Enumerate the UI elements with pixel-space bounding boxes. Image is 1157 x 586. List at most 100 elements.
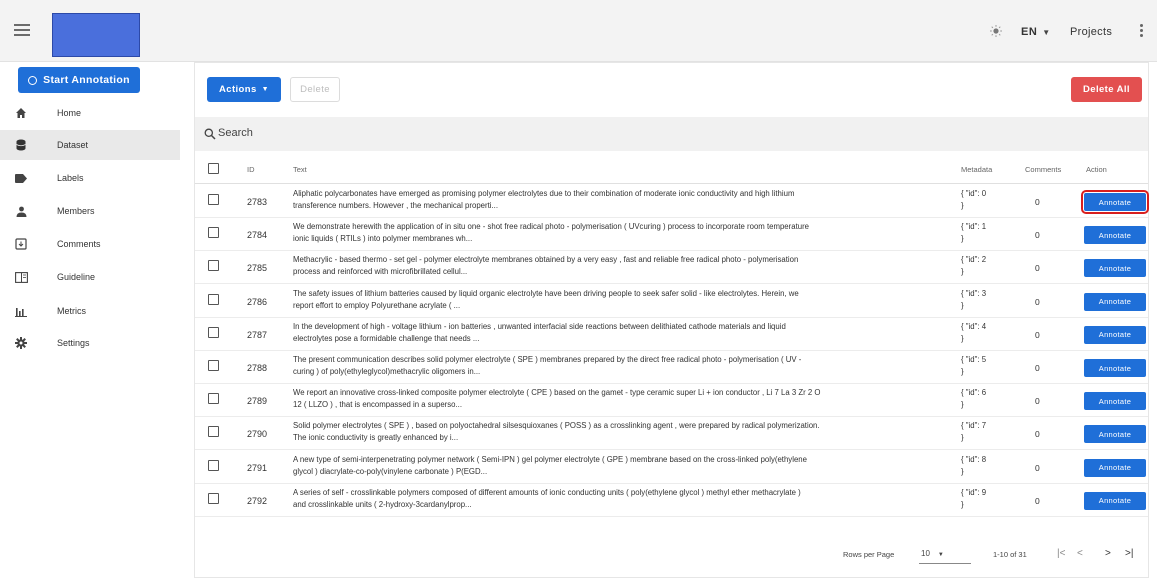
annotate-button[interactable]: Annotate <box>1084 259 1146 278</box>
sidebar-item-label: Settings <box>57 338 90 348</box>
sidebar-item-metrics[interactable]: Metrics <box>0 296 180 326</box>
search-bar[interactable]: Search <box>195 117 1148 151</box>
cell-comments: 0 <box>1035 197 1040 207</box>
search-input[interactable]: Search <box>218 127 253 139</box>
actions-button[interactable]: Actions ▼ <box>207 77 281 102</box>
brightness-icon[interactable] <box>990 25 1002 37</box>
cell-text: The present communication describes soli… <box>293 355 802 376</box>
cell-comments: 0 <box>1035 363 1040 373</box>
home-icon <box>14 106 28 120</box>
column-header-comments: Comments <box>1025 165 1062 174</box>
sidebar-item-home[interactable]: Home <box>0 98 180 128</box>
cell-metadata: { "id": 9 } <box>961 487 987 509</box>
sidebar-item-labels[interactable]: Labels <box>0 163 180 193</box>
sidebar-item-guideline[interactable]: Guideline <box>0 262 180 292</box>
annotate-button[interactable]: Annotate <box>1084 325 1146 344</box>
cell-comments: 0 <box>1035 429 1040 440</box>
caret-down-icon: ▼ <box>1042 28 1051 37</box>
row-checkbox[interactable] <box>208 194 219 205</box>
sidebar-item-label: Members <box>57 206 95 216</box>
select-underline <box>919 563 971 564</box>
table-row: 2792 A series of self - crosslinkable pol… <box>195 483 1148 517</box>
cell-comments: 0 <box>1035 329 1040 340</box>
cell-id: 2789 <box>247 396 268 407</box>
sidebar-item-settings[interactable]: Settings <box>0 328 180 358</box>
book-icon <box>14 270 28 284</box>
table-row: 2790 Solid polymer electrolytes ( SPE ) ,… <box>195 416 1148 451</box>
sidebar-item-label: Comments <box>57 239 101 249</box>
annotate-button[interactable]: Annotate <box>1084 392 1146 411</box>
column-header-text: Text <box>293 165 307 174</box>
row-checkbox[interactable] <box>208 227 219 239</box>
menu-icon[interactable] <box>14 24 30 38</box>
app-bar: EN ▼ Projects <box>0 0 1157 62</box>
sidebar-item-label: Guideline <box>57 272 96 282</box>
cell-metadata: { "id": 8 } <box>961 454 987 476</box>
last-page-icon[interactable]: >| <box>1125 548 1133 559</box>
delete-all-button[interactable]: Delete All <box>1071 77 1142 102</box>
cell-id: 2787 <box>247 329 268 340</box>
delete-button[interactable]: Delete <box>290 77 340 102</box>
cell-id: 2786 <box>247 296 268 307</box>
bar-chart-icon <box>14 304 28 318</box>
select-all-checkbox[interactable] <box>208 163 219 174</box>
cell-text: A series of self - crosslinkable polymer… <box>293 487 801 509</box>
sidebar-item-members[interactable]: Members <box>0 196 180 226</box>
annotate-button[interactable]: Annotate <box>1084 226 1146 245</box>
row-checkbox[interactable] <box>208 260 219 272</box>
cell-text: Solid polymer electrolytes ( SPE ) , bas… <box>293 421 820 443</box>
cell-metadata: { "id": 1 } <box>961 222 987 244</box>
sidebar-item-label: Dataset <box>57 140 89 150</box>
cell-metadata: { "id": 4 } <box>961 321 987 343</box>
table-row: 2791 A new type of semi-interpenetrating … <box>195 450 1148 484</box>
cell-comments: 0 <box>1035 396 1040 407</box>
column-header-action: Action <box>1086 165 1107 174</box>
row-checkbox[interactable] <box>208 459 219 471</box>
play-circle-icon <box>28 75 38 85</box>
row-checkbox[interactable] <box>208 293 219 305</box>
cell-id: 2788 <box>247 363 268 373</box>
annotate-button[interactable]: Annotate <box>1084 359 1146 377</box>
row-checkbox[interactable] <box>208 492 219 504</box>
annotate-button[interactable]: Annotate <box>1084 458 1146 477</box>
next-page-icon[interactable]: > <box>1105 548 1111 559</box>
cell-text: A new type of semi-interpenetrating poly… <box>293 454 807 476</box>
cell-id: 2785 <box>247 263 268 274</box>
actions-label: Actions <box>219 84 257 95</box>
logo <box>52 13 140 57</box>
sidebar-item-comments[interactable]: Comments <box>0 229 180 259</box>
row-checkbox[interactable] <box>208 393 219 405</box>
row-checkbox[interactable] <box>208 426 219 438</box>
row-checkbox[interactable] <box>208 326 219 338</box>
main-content: Actions ▼ Delete Delete All Search ID Tex… <box>180 62 1157 586</box>
cell-id: 2792 <box>247 495 268 506</box>
cell-text: The safety issues of lithium batteries c… <box>293 288 799 310</box>
rows-per-page-select[interactable]: 10 ▼ <box>921 549 944 558</box>
column-header-id: ID <box>247 165 255 174</box>
start-annotation-label: Start Annotation <box>43 74 130 86</box>
table-row: 2783 Aliphatic polycarbonates have emerge… <box>195 184 1149 218</box>
cell-metadata: { "id": 5 } <box>961 355 987 376</box>
cell-text: In the development of high - voltage lit… <box>293 321 786 343</box>
cell-comments: 0 <box>1035 296 1040 307</box>
annotate-button[interactable]: Annotate <box>1084 491 1146 510</box>
language-selector[interactable]: EN ▼ <box>1021 26 1051 38</box>
gear-icon <box>14 336 28 350</box>
row-checkbox[interactable] <box>208 360 219 371</box>
annotate-button[interactable]: Annotate <box>1081 190 1149 214</box>
caret-down-icon: ▼ <box>261 86 269 93</box>
prev-page-icon[interactable]: < <box>1077 548 1083 559</box>
table-row: 2789 We report an innovative cross-linked… <box>195 383 1148 418</box>
sidebar-item-dataset[interactable]: Dataset <box>0 130 180 160</box>
annotate-button[interactable]: Annotate <box>1084 425 1146 444</box>
rows-per-page-label: Rows per Page <box>843 550 895 559</box>
start-annotation-button[interactable]: Start Annotation <box>18 67 140 93</box>
projects-link[interactable]: Projects <box>1070 26 1112 38</box>
more-vert-icon[interactable] <box>1138 24 1144 40</box>
first-page-icon[interactable]: |< <box>1057 548 1065 559</box>
table-row: 2785 Methacrylic - based thermo - set gel… <box>195 250 1148 285</box>
table-row: 2788 The present communication describes … <box>195 350 1148 384</box>
annotate-button[interactable]: Annotate <box>1084 292 1146 311</box>
column-header-metadata: Metadata <box>961 165 993 174</box>
cell-id: 2790 <box>247 429 268 440</box>
